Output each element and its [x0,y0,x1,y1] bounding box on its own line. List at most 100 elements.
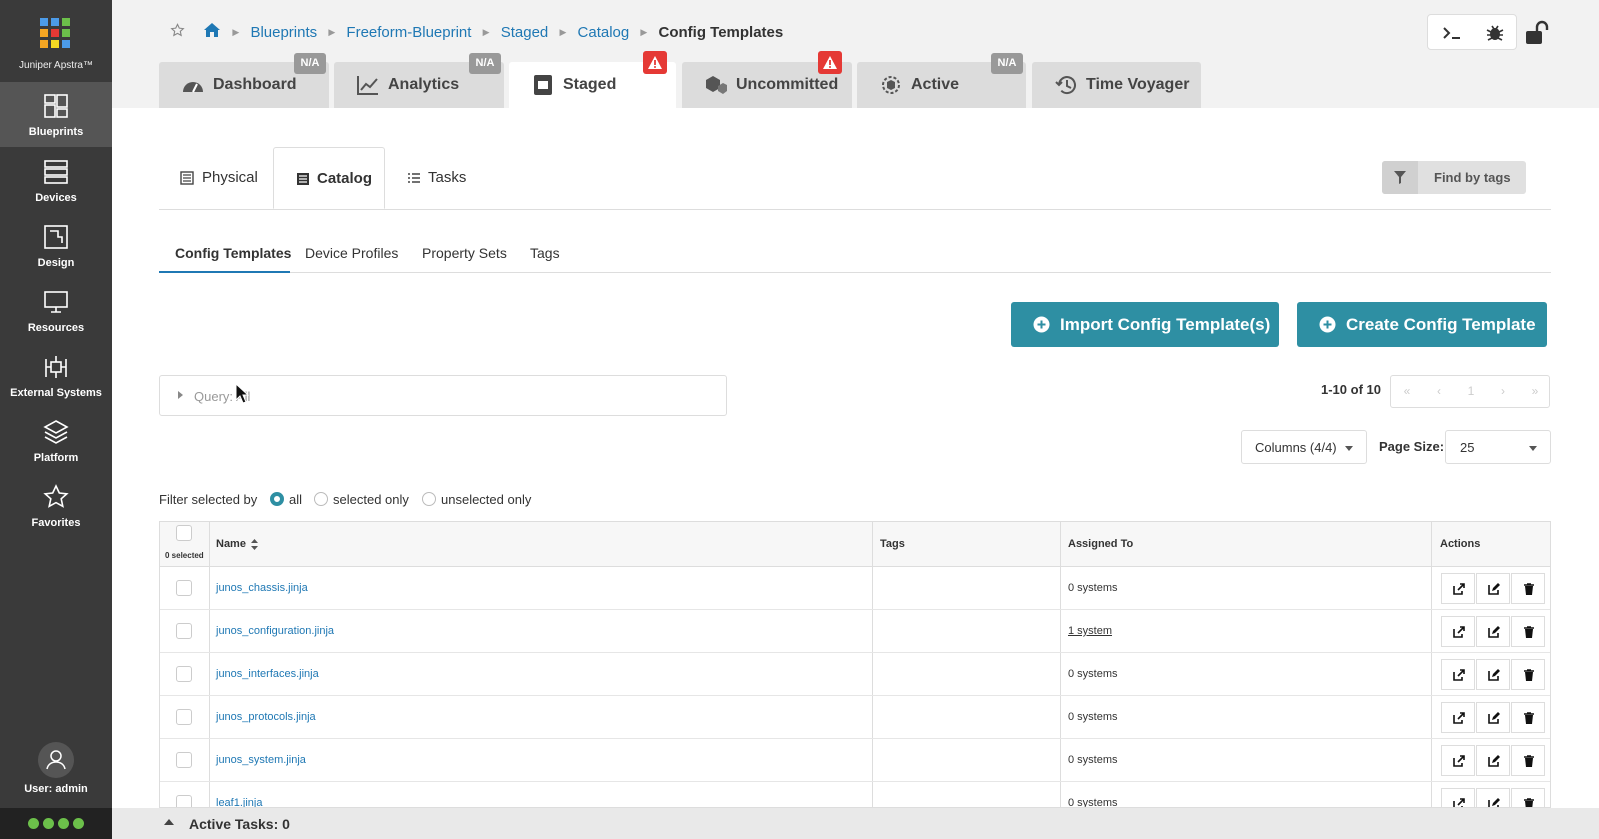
page-size-select[interactable]: 25 [1445,430,1551,464]
tab-label: Analytics [388,76,460,93]
template-name-link[interactable]: junos_system.jinja [216,754,306,766]
page-size-label: Page Size: [1379,439,1445,454]
delete-button[interactable] [1511,616,1545,647]
crumb-separator-icon: ▶ [640,26,648,37]
sidebar-item-external-systems[interactable]: External Systems [0,343,112,408]
breadcrumb-catalog[interactable]: Catalog [578,24,630,41]
tab-physical[interactable]: Physical [177,147,267,209]
column-header-tags: Tags [880,538,905,550]
tab-staged[interactable]: Staged [509,51,676,108]
tab-label: Time Voyager [1086,76,1190,93]
delete-button[interactable] [1511,702,1545,733]
page-number[interactable]: 1 [1455,384,1487,398]
create-config-template-button[interactable]: Create Config Template [1297,302,1547,347]
table-row: junos_system.jinja 0 systems [160,739,1550,782]
sidebar-item-design[interactable]: Design [0,213,112,278]
row-checkbox[interactable] [176,623,192,639]
prev-page-button[interactable]: ‹ [1423,384,1455,398]
warning-icon [818,51,842,74]
template-name-link[interactable]: junos_chassis.jinja [216,582,308,594]
template-name-link[interactable]: junos_protocols.jinja [216,711,316,723]
row-checkbox[interactable] [176,666,192,682]
tab-analytics[interactable]: Analytics N/A [334,53,504,108]
tab-label: Catalog [317,170,373,187]
edit-button[interactable] [1476,745,1510,776]
tab-config-templates[interactable]: Config Templates [175,245,291,261]
select-all-checkbox[interactable] [176,525,192,541]
tab-dashboard[interactable]: Dashboard N/A [159,53,329,108]
template-name-link[interactable]: junos_interfaces.jinja [216,668,319,680]
edit-button[interactable] [1476,659,1510,690]
column-header-assigned-to: Assigned To [1068,538,1134,550]
find-by-tags-label: Find by tags [1434,170,1511,185]
sidebar-item-blueprints[interactable]: Blueprints [0,82,112,147]
radio-label: all [289,492,303,507]
bug-icon[interactable] [1483,21,1507,45]
delete-button[interactable] [1511,573,1545,604]
tab-label: Staged [563,76,617,93]
row-checkbox[interactable] [176,709,192,725]
row-checkbox[interactable] [176,580,192,596]
export-icon [1453,712,1465,724]
terminal-icon[interactable] [1440,21,1464,45]
export-button[interactable] [1441,573,1475,604]
favorite-star-icon[interactable] [170,22,185,42]
delete-button[interactable] [1511,788,1545,807]
breadcrumb-blueprints[interactable]: Blueprints [250,24,317,41]
tab-time-voyager[interactable]: Time Voyager [1032,62,1201,108]
tab-tags[interactable]: Tags [530,245,560,261]
sidebar-item-label: Devices [35,192,77,204]
edit-icon [1488,712,1500,724]
columns-dropdown[interactable]: Columns (4/4) [1241,430,1367,464]
delete-button[interactable] [1511,745,1545,776]
assigned-to: 0 systems [1068,711,1118,723]
assigned-to: 0 systems [1068,582,1118,594]
apstra-logo[interactable]: Juniper Apstra™ [0,0,112,82]
tab-active[interactable]: Active N/A [857,53,1026,108]
sidebar-item-platform[interactable]: Platform [0,408,112,473]
sidebar-item-favorites[interactable]: Favorites [0,473,112,538]
row-checkbox[interactable] [176,752,192,768]
template-name-link[interactable]: leaf1.jinja [216,797,262,807]
column-header-name[interactable]: Name [216,538,246,550]
edit-button[interactable] [1476,573,1510,604]
active-tasks-bar[interactable]: Active Tasks: 0 [112,808,1599,839]
breadcrumb-staged[interactable]: Staged [501,24,549,41]
edit-button[interactable] [1476,788,1510,807]
export-button[interactable] [1441,745,1475,776]
delete-button[interactable] [1511,659,1545,690]
sidebar-item-resources[interactable]: Resources [0,278,112,343]
sort-icon[interactable] [251,539,258,550]
home-icon[interactable] [203,22,221,42]
edit-button[interactable] [1476,616,1510,647]
next-page-button[interactable]: › [1487,384,1519,398]
tab-tasks[interactable]: Tasks [407,147,477,209]
import-config-template-button[interactable]: Import Config Template(s) [1011,302,1279,347]
tab-property-sets[interactable]: Property Sets [422,245,507,261]
unlock-icon[interactable] [1523,20,1549,46]
first-page-button[interactable]: « [1391,384,1423,398]
tasks-icon [408,173,420,183]
find-by-tags-button[interactable]: Find by tags [1382,161,1526,194]
export-button[interactable] [1441,702,1475,733]
export-button[interactable] [1441,659,1475,690]
template-name-link[interactable]: junos_configuration.jinja [216,625,334,637]
column-header-actions: Actions [1440,538,1481,550]
assigned-to[interactable]: 1 system [1068,625,1112,637]
trash-icon [1524,712,1534,724]
last-page-button[interactable]: » [1519,384,1551,398]
tab-device-profiles[interactable]: Device Profiles [305,245,398,261]
table-row: junos_configuration.jinja 1 system [160,610,1550,653]
export-button[interactable] [1441,788,1475,807]
physical-icon [180,171,194,185]
tab-uncommitted[interactable]: Uncommitted [682,51,852,108]
edit-button[interactable] [1476,702,1510,733]
sidebar-item-devices[interactable]: Devices [0,148,112,213]
user-menu[interactable]: User: admin [0,742,112,795]
page-size-value: 25 [1460,440,1475,455]
tab-catalog[interactable]: Catalog [273,147,385,209]
export-button[interactable] [1441,616,1475,647]
avatar [38,742,74,778]
row-checkbox[interactable] [176,795,192,807]
breadcrumb-freeform-blueprint[interactable]: Freeform-Blueprint [346,24,471,41]
